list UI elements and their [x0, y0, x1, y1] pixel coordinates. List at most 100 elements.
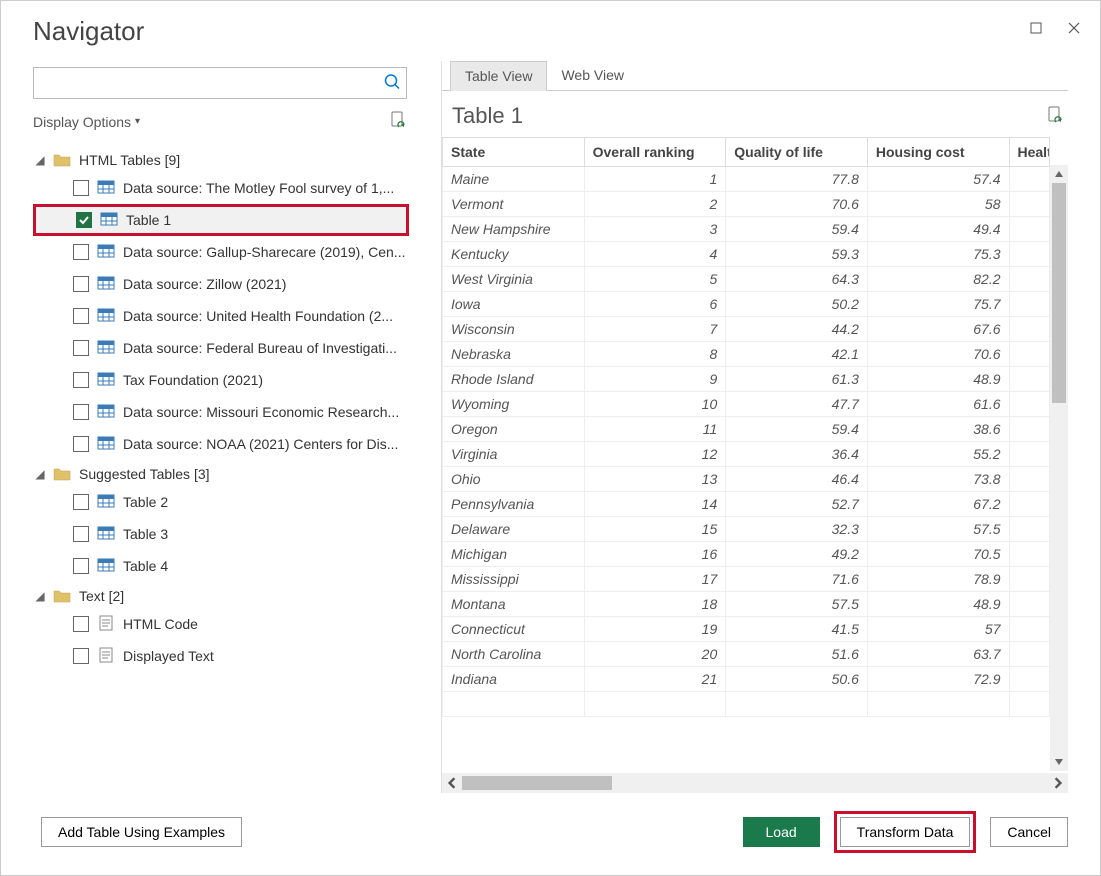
- table-row[interactable]: Kentucky459.375.3: [443, 242, 1050, 267]
- table-cell: 49.2: [726, 542, 868, 567]
- checkbox[interactable]: [73, 340, 89, 356]
- checkbox[interactable]: [73, 436, 89, 452]
- table-row[interactable]: Montana1857.548.9: [443, 592, 1050, 617]
- tree-item[interactable]: Table 1: [33, 204, 409, 236]
- table-row[interactable]: Iowa650.275.7: [443, 292, 1050, 317]
- checkbox[interactable]: [73, 180, 89, 196]
- checkbox[interactable]: [73, 558, 89, 574]
- column-header[interactable]: Overall ranking: [584, 138, 726, 167]
- table-cell: 75.3: [867, 242, 1009, 267]
- table-cell: 50.6: [726, 667, 868, 692]
- table-cell: 57.5: [726, 592, 868, 617]
- table-cell: 59.3: [726, 242, 868, 267]
- table-cell: [1009, 417, 1050, 442]
- tree-item[interactable]: Displayed Text: [33, 640, 409, 672]
- tree-item[interactable]: Table 2: [33, 486, 409, 518]
- table-row[interactable]: Ohio1346.473.8: [443, 467, 1050, 492]
- table-row[interactable]: New Hampshire359.449.4: [443, 217, 1050, 242]
- tree-item-label: HTML Code: [123, 616, 409, 632]
- add-table-examples-button[interactable]: Add Table Using Examples: [41, 817, 242, 847]
- refresh-preview-icon[interactable]: [1046, 106, 1064, 127]
- table-cell: Virginia: [443, 442, 585, 467]
- tree-item[interactable]: Data source: Gallup-Sharecare (2019), Ce…: [33, 236, 409, 268]
- tree-group-header[interactable]: ◢HTML Tables [9]: [33, 148, 409, 172]
- close-button[interactable]: [1062, 18, 1086, 38]
- tree-item[interactable]: Data source: Missouri Economic Research.…: [33, 396, 409, 428]
- tree-item[interactable]: Table 3: [33, 518, 409, 550]
- horizontal-scrollbar[interactable]: [442, 773, 1068, 793]
- table-row[interactable]: Nebraska842.170.6: [443, 342, 1050, 367]
- tree-group-label: Text [2]: [79, 588, 124, 604]
- checkbox[interactable]: [73, 244, 89, 260]
- scroll-up-arrow-icon[interactable]: [1050, 165, 1068, 183]
- table-cell: [1009, 542, 1050, 567]
- scroll-right-arrow-icon[interactable]: [1048, 773, 1068, 793]
- checkbox[interactable]: [73, 526, 89, 542]
- checkbox[interactable]: [73, 372, 89, 388]
- table-row[interactable]: Indiana2150.672.9: [443, 667, 1050, 692]
- tree-item[interactable]: Data source: NOAA (2021) Centers for Dis…: [33, 428, 409, 460]
- table-row[interactable]: Delaware1532.357.5: [443, 517, 1050, 542]
- table-cell: Maine: [443, 167, 585, 192]
- cancel-button[interactable]: Cancel: [990, 817, 1068, 847]
- checkbox[interactable]: [73, 276, 89, 292]
- column-header[interactable]: Health: [1009, 138, 1050, 167]
- tree-item[interactable]: Table 4: [33, 550, 409, 582]
- table-icon: [97, 180, 115, 197]
- tree-group-header[interactable]: ◢Suggested Tables [3]: [33, 462, 409, 486]
- tree-item[interactable]: Data source: Federal Bureau of Investiga…: [33, 332, 409, 364]
- scroll-left-arrow-icon[interactable]: [442, 773, 462, 793]
- table-row[interactable]: Mississippi1771.678.9: [443, 567, 1050, 592]
- table-cell: 64.3: [726, 267, 868, 292]
- tree-group-header[interactable]: ◢Text [2]: [33, 584, 409, 608]
- maximize-button[interactable]: [1024, 18, 1048, 38]
- tab-web-view[interactable]: Web View: [547, 61, 638, 90]
- column-header[interactable]: Housing cost: [867, 138, 1009, 167]
- checkbox[interactable]: [73, 404, 89, 420]
- table-row[interactable]: Rhode Island961.348.9: [443, 367, 1050, 392]
- table-row[interactable]: Maine177.857.4: [443, 167, 1050, 192]
- scroll-thumb[interactable]: [1052, 183, 1066, 403]
- checkbox[interactable]: [73, 308, 89, 324]
- table-row[interactable]: Connecticut1941.557: [443, 617, 1050, 642]
- tree-item[interactable]: Data source: The Motley Fool survey of 1…: [33, 172, 409, 204]
- table-row[interactable]: Michigan1649.270.5: [443, 542, 1050, 567]
- table-cell: 36.4: [726, 442, 868, 467]
- refresh-icon[interactable]: [389, 111, 407, 132]
- table-cell: [1009, 492, 1050, 517]
- tree-item[interactable]: Tax Foundation (2021): [33, 364, 409, 396]
- column-header[interactable]: Quality of life: [726, 138, 868, 167]
- tree-item-label: Displayed Text: [123, 648, 409, 664]
- table-row[interactable]: Wisconsin744.267.6: [443, 317, 1050, 342]
- search-input[interactable]: [33, 67, 407, 99]
- tree-item[interactable]: HTML Code: [33, 608, 409, 640]
- checkbox[interactable]: [73, 616, 89, 632]
- vertical-scrollbar[interactable]: [1050, 165, 1068, 771]
- tree-item[interactable]: Data source: United Health Foundation (2…: [33, 300, 409, 332]
- checkbox[interactable]: [73, 648, 89, 664]
- table-cell: 67.2: [867, 492, 1009, 517]
- tab-table-view[interactable]: Table View: [450, 61, 547, 91]
- scroll-down-arrow-icon[interactable]: [1050, 753, 1068, 771]
- display-options-dropdown[interactable]: Display Options ▾: [33, 114, 140, 130]
- table-cell: 38.6: [867, 417, 1009, 442]
- checkbox[interactable]: [76, 212, 92, 228]
- table-row[interactable]: Wyoming1047.761.6: [443, 392, 1050, 417]
- table-cell: 19: [584, 617, 726, 642]
- preview-panel: Table ViewWeb View Table 1 StateOverall …: [441, 61, 1100, 793]
- table-row[interactable]: West Virginia564.382.2: [443, 267, 1050, 292]
- checkbox[interactable]: [73, 494, 89, 510]
- load-button[interactable]: Load: [743, 817, 820, 847]
- table-row[interactable]: Pennsylvania1452.767.2: [443, 492, 1050, 517]
- transform-data-button[interactable]: Transform Data: [840, 817, 971, 847]
- table-row[interactable]: Vermont270.658: [443, 192, 1050, 217]
- table-cell: 13: [584, 467, 726, 492]
- table-cell: [1009, 242, 1050, 267]
- table-cell: [1009, 592, 1050, 617]
- table-row[interactable]: Virginia1236.455.2: [443, 442, 1050, 467]
- column-header[interactable]: State: [443, 138, 585, 167]
- tree-item[interactable]: Data source: Zillow (2021): [33, 268, 409, 300]
- table-row[interactable]: North Carolina2051.663.7: [443, 642, 1050, 667]
- scroll-thumb[interactable]: [462, 776, 612, 790]
- table-row[interactable]: Oregon1159.438.6: [443, 417, 1050, 442]
